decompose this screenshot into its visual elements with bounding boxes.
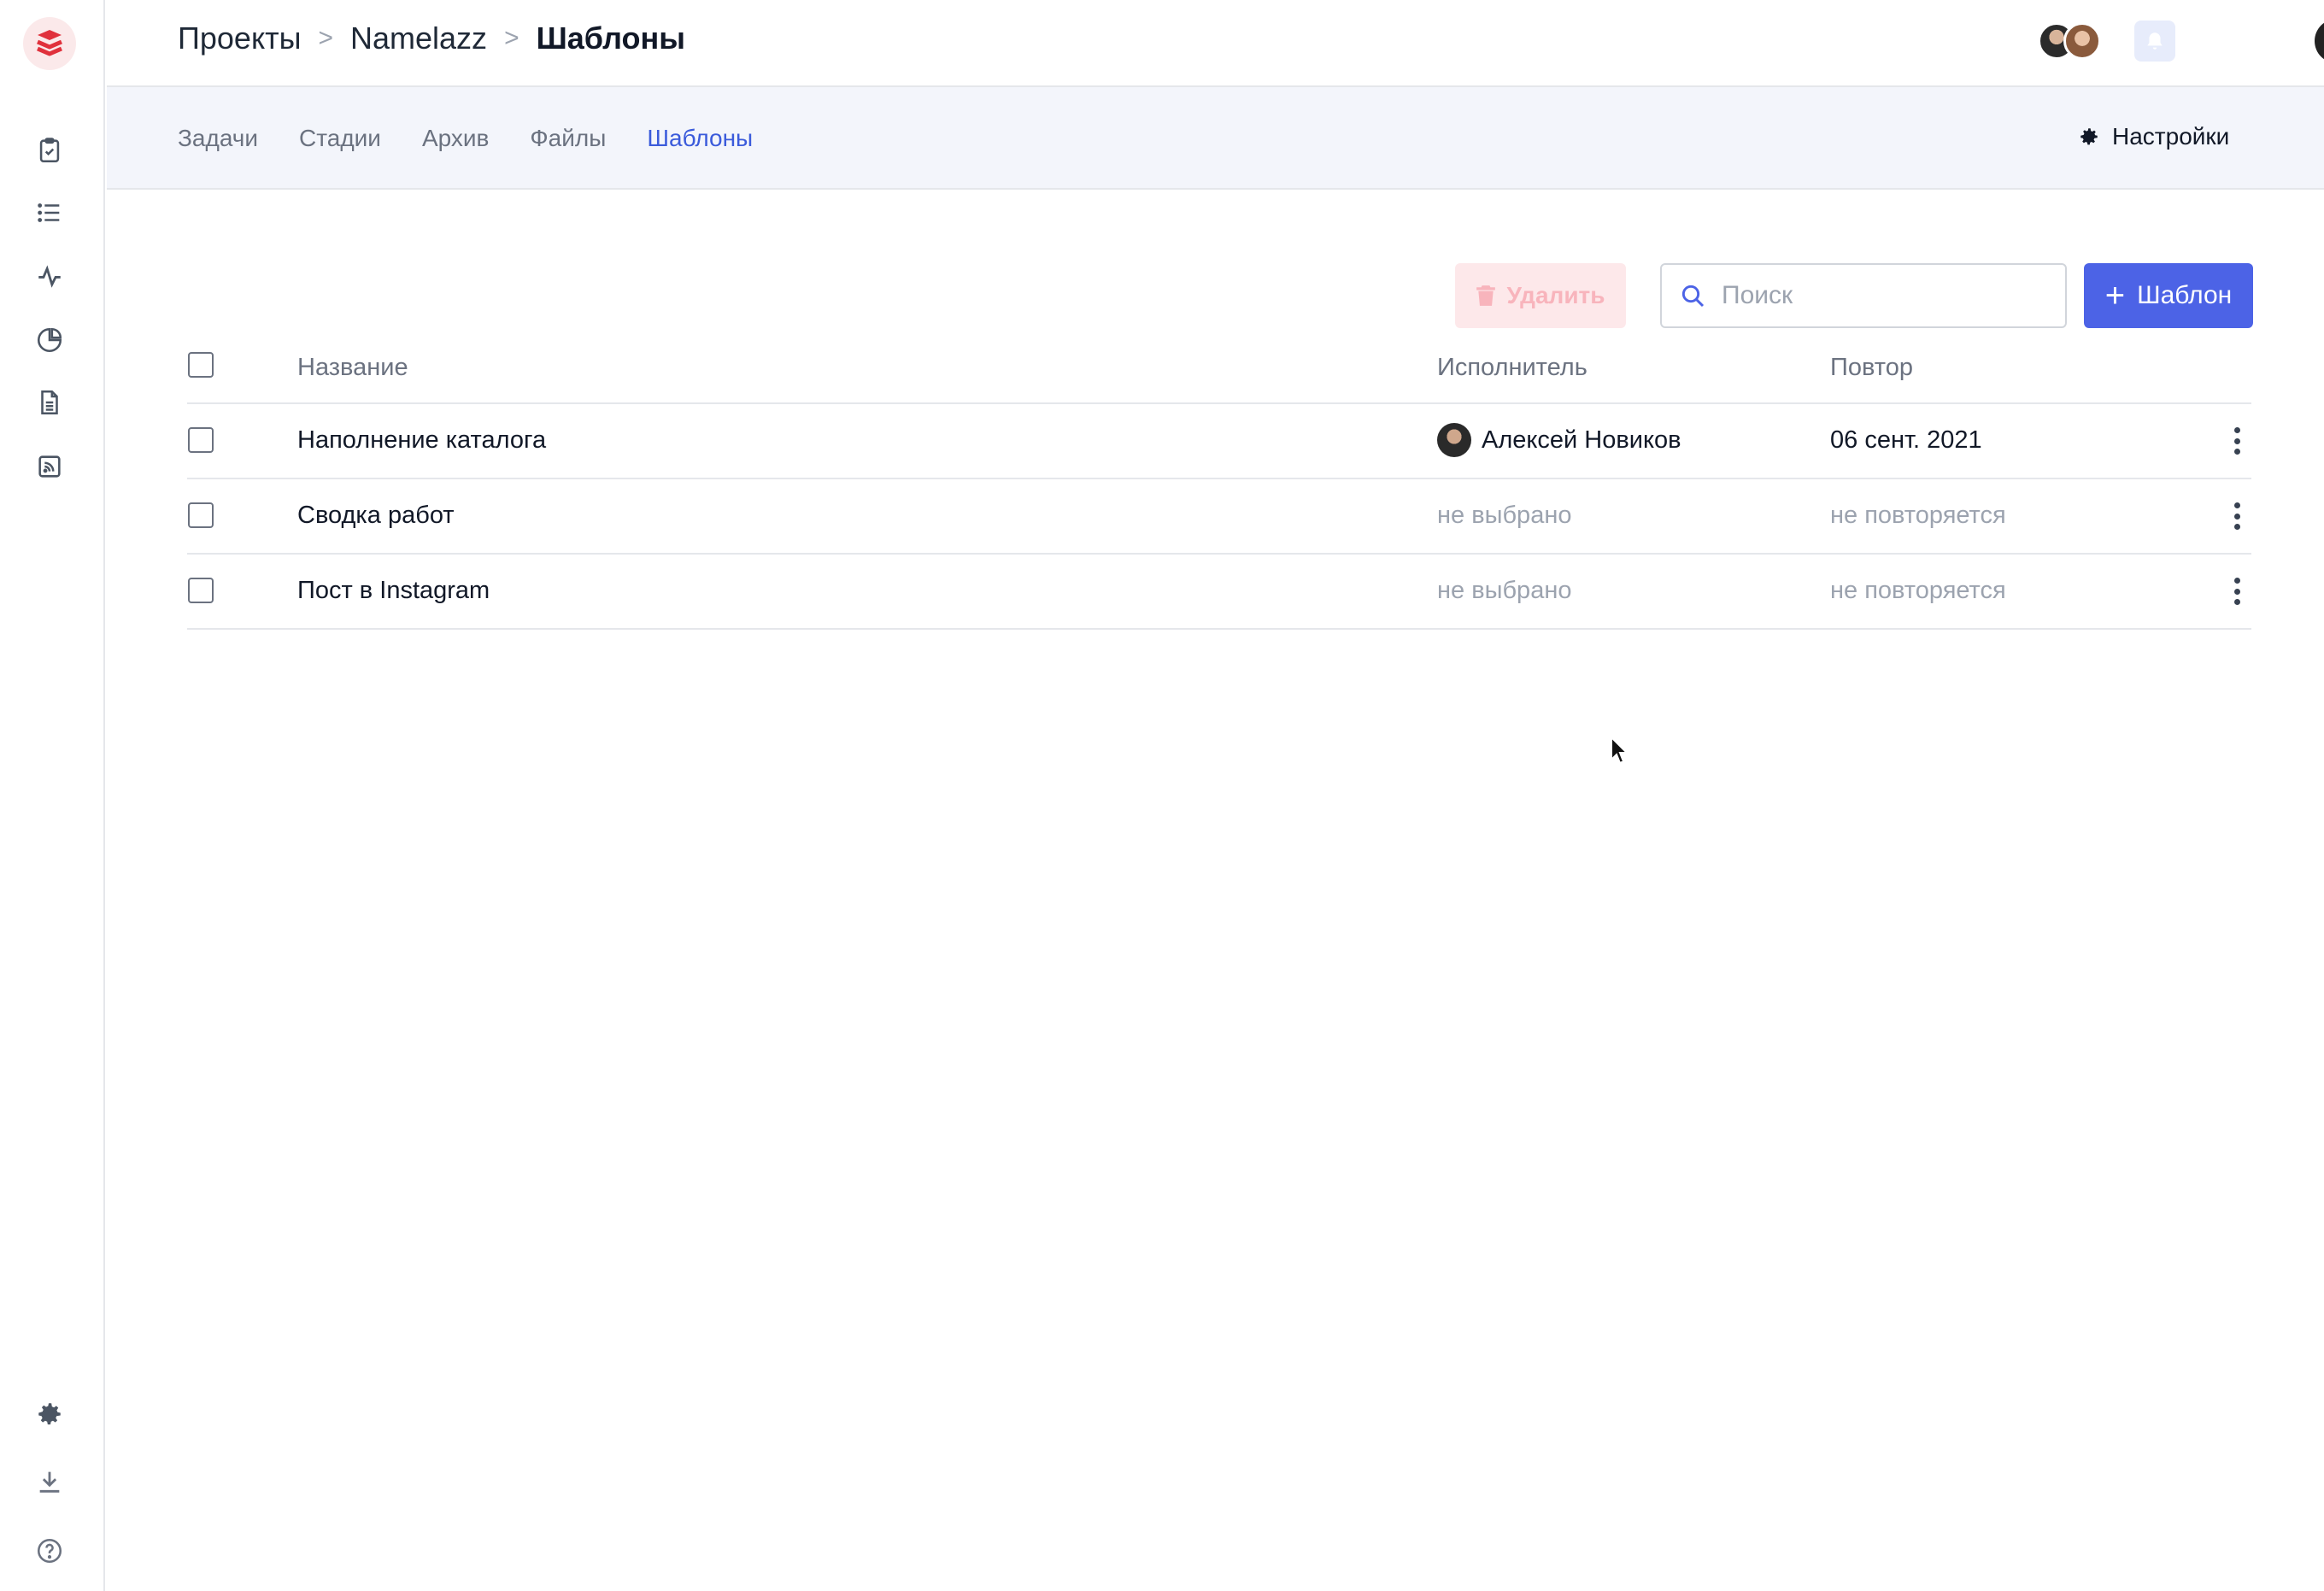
delete-label: Удалить bbox=[1506, 282, 1605, 308]
row-checkbox[interactable] bbox=[188, 578, 214, 603]
repeat-value[interactable]: не повторяется bbox=[1830, 577, 2006, 605]
settings-icon[interactable] bbox=[34, 1399, 65, 1430]
breadcrumb: Проекты > Namelazz > Шаблоны bbox=[178, 21, 685, 56]
header-divider bbox=[187, 402, 2251, 404]
avatar bbox=[1437, 423, 1471, 457]
tab-tasks[interactable]: Задачи bbox=[178, 125, 258, 152]
logo-icon[interactable] bbox=[23, 17, 76, 70]
tab-archive[interactable]: Архив bbox=[422, 125, 489, 152]
tasks-icon[interactable] bbox=[34, 135, 65, 166]
document-icon[interactable] bbox=[34, 387, 65, 418]
tab-stages[interactable]: Стадии bbox=[299, 125, 381, 152]
help-icon[interactable] bbox=[34, 1535, 65, 1566]
trash-icon bbox=[1476, 285, 1495, 306]
row-checkbox[interactable] bbox=[188, 427, 214, 453]
search-input[interactable] bbox=[1722, 281, 2029, 310]
assignee-cell[interactable]: Алексей Новиков bbox=[1437, 423, 1681, 457]
template-name[interactable]: Наполнение каталога bbox=[297, 426, 546, 455]
settings-label: Настройки bbox=[2112, 123, 2230, 150]
breadcrumb-project[interactable]: Namelazz bbox=[350, 21, 487, 56]
breadcrumb-separator-icon: > bbox=[504, 24, 519, 52]
user-avatar[interactable] bbox=[2315, 19, 2324, 63]
column-header-assignee[interactable]: Исполнитель bbox=[1437, 354, 1587, 382]
select-all-checkbox[interactable] bbox=[188, 352, 214, 378]
download-icon[interactable] bbox=[34, 1466, 65, 1497]
tabs: Задачи Стадии Архив Файлы Шаблоны bbox=[178, 125, 794, 152]
tab-files[interactable]: Файлы bbox=[530, 125, 606, 152]
plus-icon: + bbox=[2104, 277, 2126, 314]
feed-icon[interactable] bbox=[34, 451, 65, 482]
repeat-value[interactable]: 06 сент. 2021 bbox=[1830, 426, 1982, 455]
search-icon bbox=[1681, 285, 1705, 308]
gear-icon bbox=[2080, 128, 2098, 145]
row-checkbox[interactable] bbox=[188, 502, 214, 528]
row-menu-icon[interactable] bbox=[2228, 424, 2245, 458]
row-divider bbox=[187, 553, 2251, 555]
sidebar bbox=[0, 0, 105, 1591]
row-divider bbox=[187, 628, 2251, 630]
notifications-bell-icon[interactable] bbox=[2134, 21, 2175, 62]
add-template-button[interactable]: + Шаблон bbox=[2084, 263, 2253, 328]
breadcrumb-projects[interactable]: Проекты bbox=[178, 21, 301, 56]
list-icon[interactable] bbox=[34, 197, 65, 228]
row-menu-icon[interactable] bbox=[2228, 499, 2245, 533]
template-name[interactable]: Пост в Instagram bbox=[297, 577, 490, 605]
project-subnav: Задачи Стадии Архив Файлы Шаблоны Настро… bbox=[107, 87, 2324, 190]
tab-templates[interactable]: Шаблоны bbox=[647, 125, 753, 152]
column-header-repeat[interactable]: Повтор bbox=[1830, 354, 1913, 382]
column-header-name[interactable]: Название bbox=[297, 354, 408, 382]
breadcrumb-separator-icon: > bbox=[318, 24, 333, 52]
settings-button[interactable]: Настройки bbox=[2078, 123, 2229, 150]
top-header: Проекты > Namelazz > Шаблоны bbox=[107, 0, 2324, 87]
assignee-value[interactable]: не выбрано bbox=[1437, 577, 1571, 605]
add-template-label: Шаблон bbox=[2137, 281, 2233, 309]
delete-button[interactable]: Удалить bbox=[1455, 263, 1626, 328]
row-divider bbox=[187, 478, 2251, 479]
activity-icon[interactable] bbox=[34, 261, 65, 291]
assignee-value[interactable]: не выбрано bbox=[1437, 502, 1571, 530]
template-name[interactable]: Сводка работ bbox=[297, 502, 455, 530]
avatar bbox=[2063, 22, 2101, 60]
search-box[interactable] bbox=[1660, 263, 2067, 328]
mouse-cursor-icon bbox=[1610, 735, 1630, 769]
project-members[interactable] bbox=[2038, 22, 2101, 60]
repeat-value[interactable]: не повторяется bbox=[1830, 502, 2006, 530]
row-menu-icon[interactable] bbox=[2228, 574, 2245, 608]
reports-icon[interactable] bbox=[34, 325, 65, 355]
page-title: Шаблоны bbox=[536, 21, 686, 56]
assignee-name: Алексей Новиков bbox=[1482, 426, 1681, 454]
